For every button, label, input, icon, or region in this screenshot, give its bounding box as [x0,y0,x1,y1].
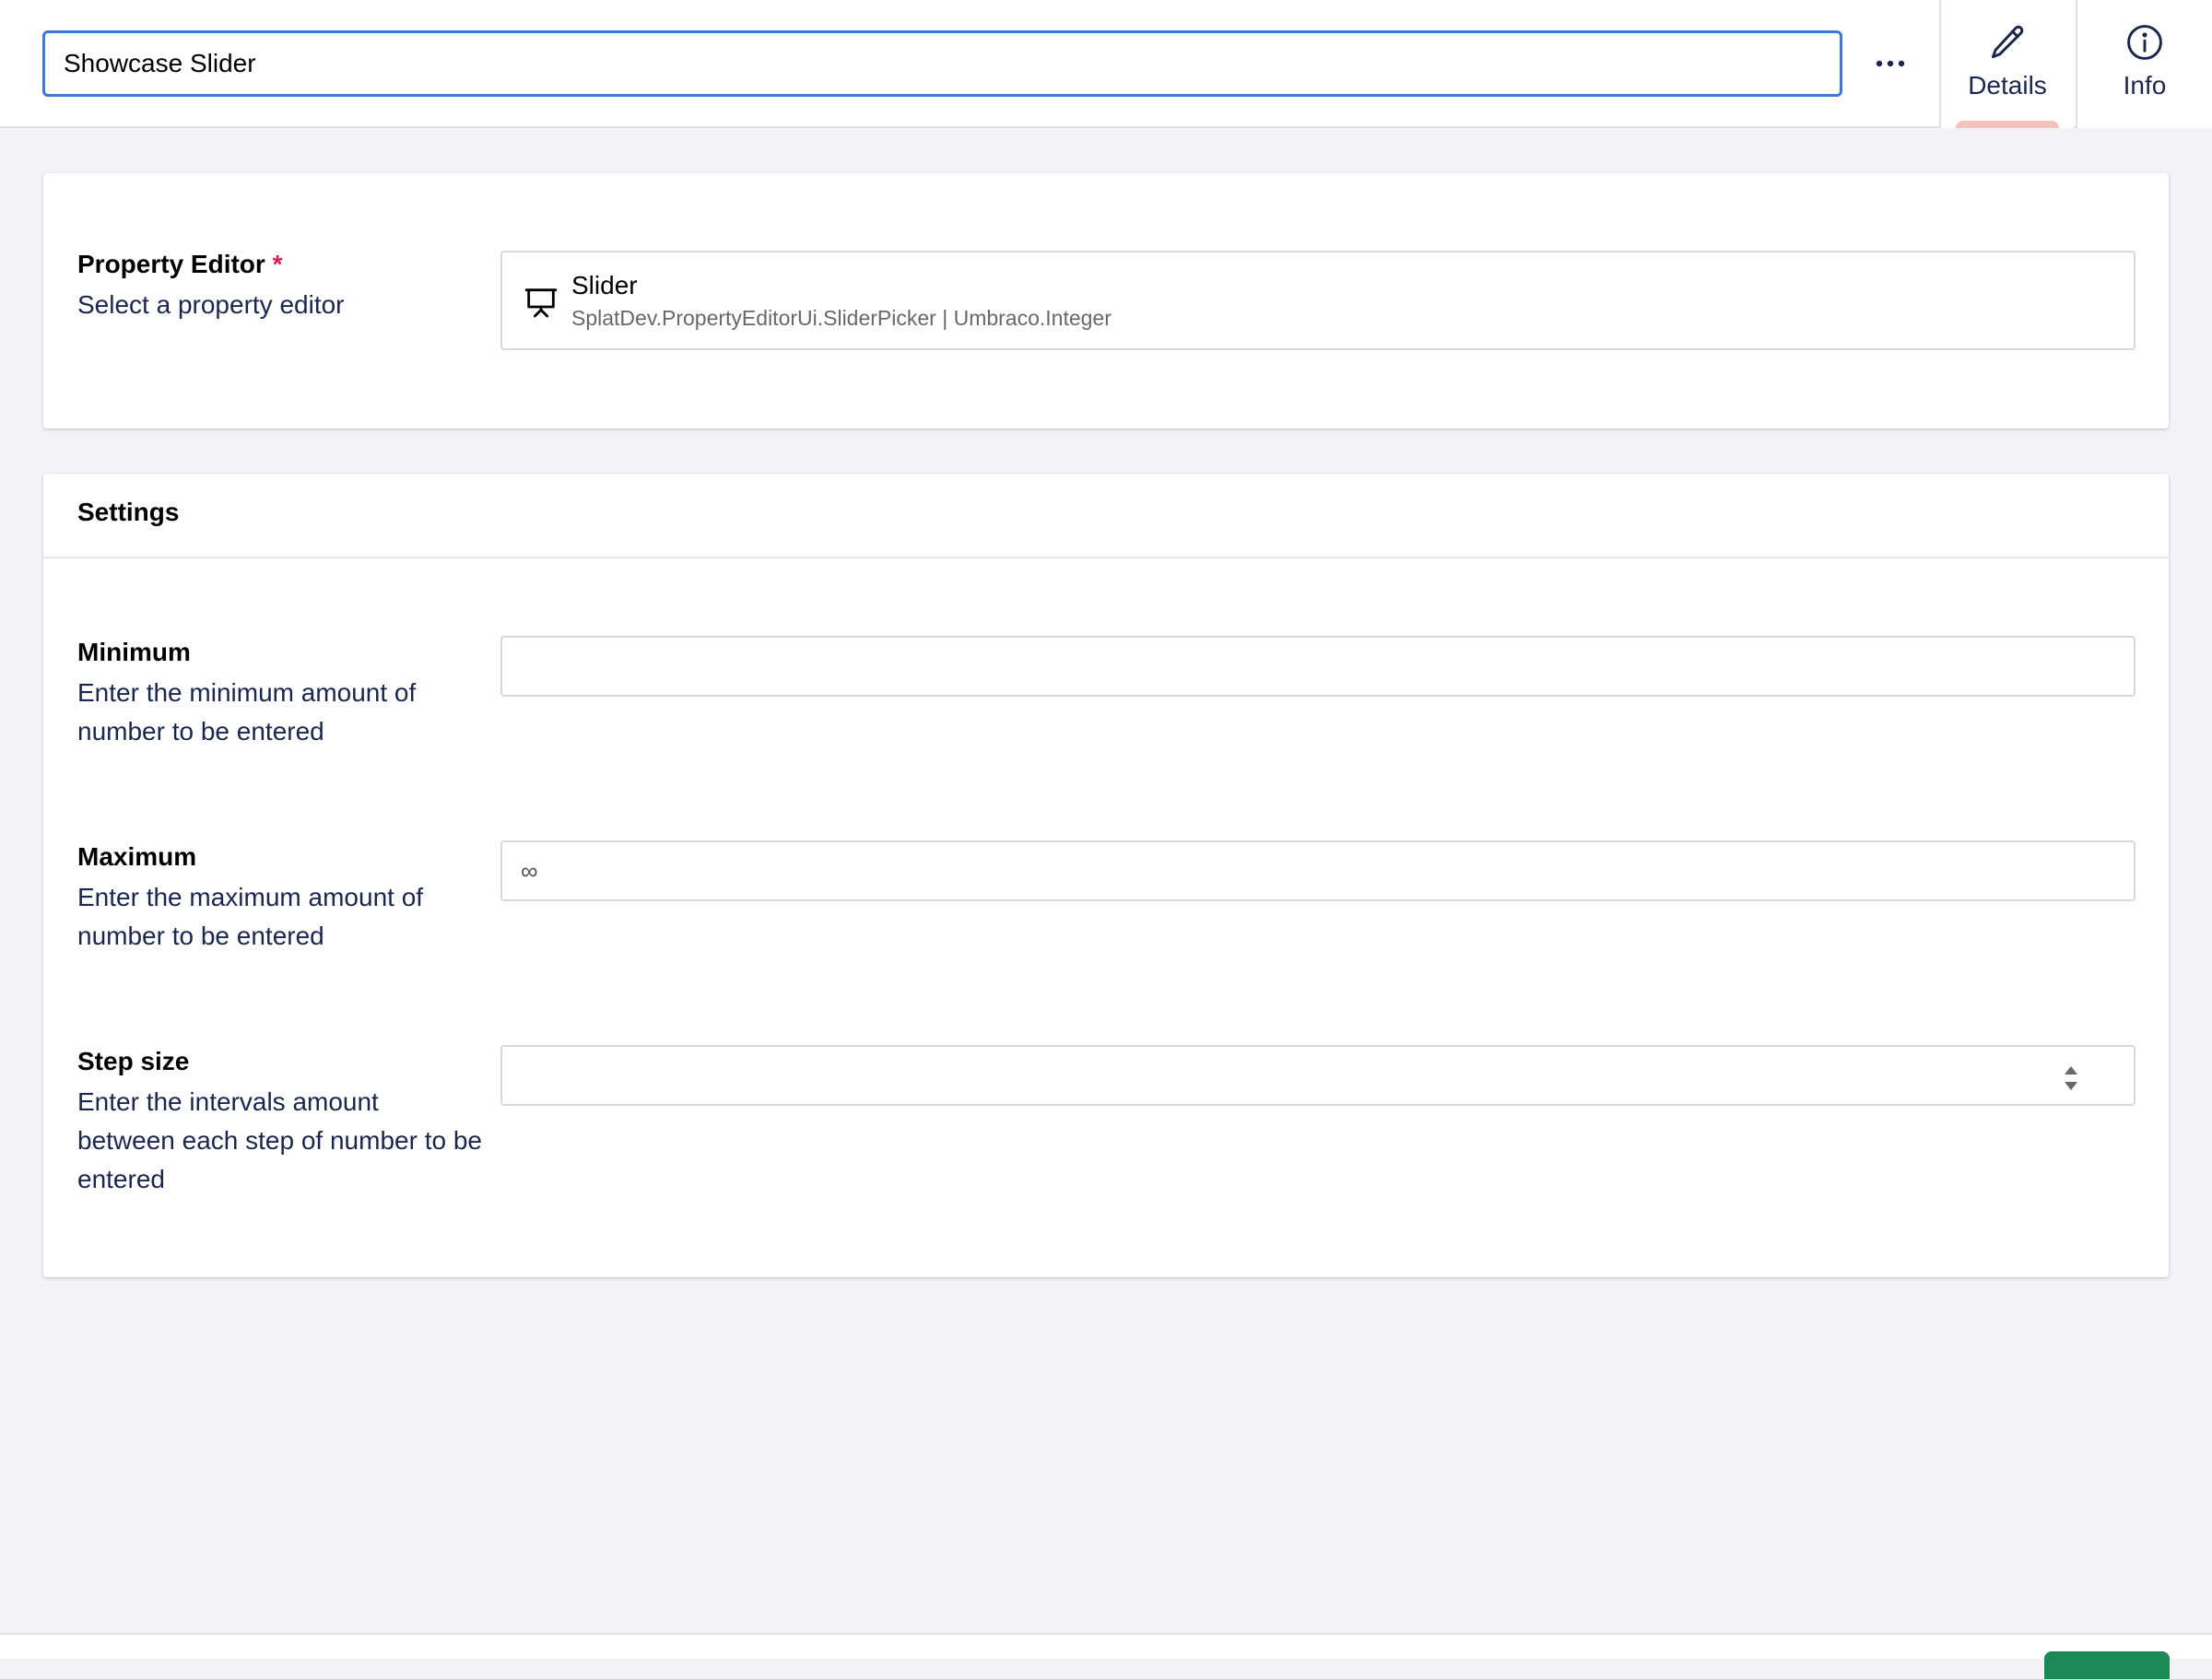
number-stepper-icon[interactable] [2061,1063,2081,1094]
maximum-label: Maximum [77,842,197,871]
step-size-input[interactable] [500,1045,2136,1106]
presentation-icon [524,288,558,318]
property-editor-label: Property Editor * [77,250,283,279]
maximum-input[interactable] [500,840,2136,901]
info-icon [2127,25,2162,60]
ellipsis-icon [1876,60,1905,67]
property-editor-description: Select a property editor [77,290,345,319]
property-editor-label-text: Property Editor [77,250,265,278]
workspace-footer [0,1633,2212,1659]
minimum-input[interactable] [500,636,2136,697]
more-actions-button[interactable] [1862,30,1919,97]
tab-details-label: Details [1968,71,2047,100]
tab-info-label: Info [2123,71,2167,100]
workspace-header: Details Info [0,0,2212,128]
property-editor-card: Property Editor * Select a property edit… [43,173,2169,429]
property-editor-name: Slider [571,271,638,299]
name-input[interactable] [42,30,1842,97]
settings-title: Settings [77,498,180,526]
tab-details[interactable]: Details [1939,0,2074,128]
tab-info[interactable]: Info [2076,0,2212,128]
property-editor-picker[interactable]: Slider SplatDev.PropertyEditorUi.SliderP… [500,251,2136,350]
settings-card: Settings Minimum Enter the minimum amoun… [43,474,2169,1277]
step-size-label: Step size [77,1047,190,1075]
step-size-description: Enter the intervals amount between each … [77,1087,482,1193]
settings-header: Settings [43,474,2169,558]
required-mark: * [272,250,283,278]
property-editor-alias: SplatDev.PropertyEditorUi.SliderPicker |… [571,306,1112,330]
minimum-label: Minimum [77,638,191,666]
maximum-description: Enter the maximum amount of number to be… [77,883,424,950]
pencil-icon [1991,25,2024,59]
save-button[interactable] [2044,1651,2170,1679]
active-tab-indicator [1956,121,2059,128]
minimum-description: Enter the minimum amount of number to be… [77,678,417,746]
